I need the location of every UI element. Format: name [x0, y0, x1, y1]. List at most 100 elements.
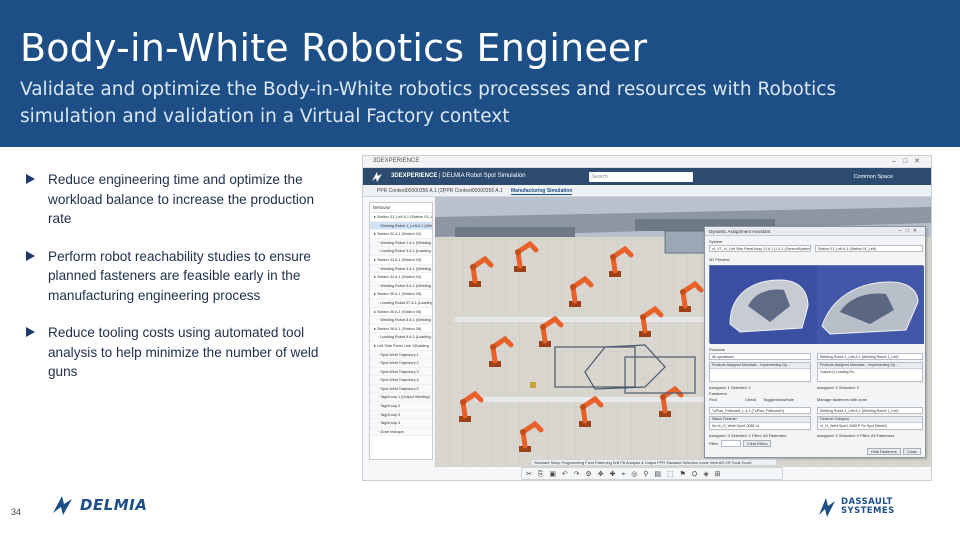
col-status: Status	[712, 417, 722, 421]
3d-viewport[interactable]: Dynamic Assignment Assistant –□✕ System …	[435, 197, 931, 467]
bullet-arrow-icon	[26, 327, 35, 337]
tree-resource-item[interactable]: · Spot Weld Trajectory 1	[370, 350, 432, 360]
space-selector[interactable]: Common Space	[854, 174, 893, 180]
col-products: Products	[712, 363, 726, 367]
page-title: Body-in-White Robotics Engineer	[20, 26, 648, 70]
process-tree: Behavior ▸ Station 01_Left A.1 (Station …	[369, 202, 433, 460]
tree-resource-item[interactable]: · Zone reshape	[370, 427, 432, 437]
filter-input[interactable]	[721, 440, 741, 447]
assignment-dialog: Dynamic Assignment Assistant –□✕ System …	[704, 226, 926, 458]
robot-joint	[660, 394, 666, 400]
tree-resource-item[interactable]: · Loading Robot 9 A.1 (Loading Robot 9)	[370, 333, 432, 342]
app-screenshot: 3DEXPERIENCE –□✕ 3DEXPERIENCE | DELMIA R…	[362, 155, 932, 481]
tree-resource-item[interactable]: · Welding Robot 5 A.1 (Welding Robot 5)	[370, 281, 432, 291]
tree-station-item[interactable]: ▸ Station 04 A.1 (Station 04)	[370, 273, 432, 282]
car-body-preview	[710, 266, 924, 344]
manage-zone-button[interactable]: Manage fasteners with zone	[817, 397, 867, 402]
tree-resource-item[interactable]: · Spot Weld Trajectory 4	[370, 376, 432, 385]
ds-compass-icon	[53, 496, 72, 515]
filter-label: Filter:	[709, 441, 719, 446]
tree-station-item[interactable]: ▸ Left Side Panel Line 1/Building	[370, 342, 432, 351]
dialog-controls[interactable]: –□✕	[899, 228, 921, 234]
products-label: Products	[709, 347, 725, 352]
robot-fastener-field[interactable]: Welding Robot 1_Left A.1 (Welding Robot …	[817, 407, 923, 414]
tree-station-item[interactable]: ▸ Station 08 A.1 (Station 08)	[370, 325, 432, 334]
col-assigned: Assigned Manufact...	[726, 363, 760, 367]
window-controls[interactable]: –□✕	[892, 157, 927, 165]
window-titlebar: 3DEXPERIENCE –□✕	[363, 156, 931, 168]
robot-joint	[470, 264, 476, 270]
tree-resource-item[interactable]: · Welding Robot 8 A.1 (Welding Robot 8)	[370, 316, 432, 325]
table-row[interactable]: Output (r) Loading Ro...	[818, 369, 922, 375]
robot-joint	[570, 284, 576, 290]
clear-filters-button[interactable]: Clear Filters	[743, 440, 772, 447]
tree-resource-item[interactable]: · TagGroup 3	[370, 410, 432, 420]
ds-compass-icon	[819, 498, 835, 517]
col-fastener: Fastener	[722, 417, 737, 421]
tree-resource-item[interactable]: · Spot Weld Trajectory 2	[370, 359, 432, 368]
bullet-arrow-icon	[26, 174, 35, 184]
col-products: Products	[820, 363, 834, 367]
operations-filter[interactable]: All operations	[709, 353, 811, 360]
bullet-text: Reduce tooling costs using automated too…	[48, 325, 319, 379]
tree-resource-item[interactable]: · TagGroup 1 (Output Welding)	[370, 393, 432, 403]
tree-station-item[interactable]: ▸ Station 01_Left A.1 (Station 01_Left)	[370, 213, 432, 222]
toggle-button[interactable]: Toggle/show/hide	[763, 397, 794, 402]
bullet-item: Reduce engineering time and optimize the…	[26, 170, 336, 229]
tree-resource-item[interactable]: · TagGroup 2	[370, 402, 432, 411]
table-row[interactable]: r4_r3_Weld Spot1 0085.P Fix Spot (Weld2)	[818, 423, 922, 429]
3d-preview-panel[interactable]	[709, 265, 924, 344]
tree-resource-item[interactable]: · Loading Robot 07 A.1 (Loading Robot 07…	[370, 298, 432, 308]
tree-station-item[interactable]: ▸ Station 02 A.1 (Station 02)	[370, 230, 432, 239]
col-implementing: Implementing Op...	[868, 363, 898, 367]
tab-ppr-context[interactable]: PPR Context00000356 A.1	[443, 188, 503, 194]
find-button[interactable]: Find	[709, 397, 717, 402]
tree-station-item[interactable]: ▸ Station 03 A.1 (Station 03)	[370, 256, 432, 265]
delmia-logo-text: DELMIA	[80, 496, 148, 514]
tree-resource-item[interactable]: · Spot Weld Trajectory 5	[370, 384, 432, 394]
dassault-logo: DASSAULT SYSTEMES	[817, 496, 895, 518]
tab-ppr-context-2[interactable]: PPR Context00000356 A.1 (2)	[377, 188, 444, 194]
compass-icon[interactable]	[370, 171, 384, 183]
robot-joint	[610, 254, 616, 260]
system-field[interactable]: r4_VT_r4_Left Side Panel Assy 13 A.1 (1 …	[709, 245, 811, 252]
tree-station-item[interactable]: ▸ Station 06 A.1 (Station 06)	[370, 308, 432, 317]
fastener-table-left: Status Fastener No r4_r3_Weld Spot1 0085…	[709, 416, 811, 430]
robot-joint	[520, 429, 526, 435]
bullet-arrow-icon	[26, 250, 35, 261]
col-fastener: Fastener	[820, 417, 834, 421]
table-row[interactable]: No r4_r3_Weld Spot1 0085.14	[710, 423, 810, 429]
robot-joint	[460, 399, 466, 405]
delmia-logo: DELMIA	[50, 494, 147, 516]
tree-rows: ▸ Station 01_Left A.1 (Station 01_Left) ·…	[370, 213, 432, 437]
robot-joint	[540, 324, 546, 330]
app-brand: 3DEXPERIENCE | DELMIA Robot Spot Simulat…	[391, 173, 526, 179]
tree-resource-item[interactable]: · TagGroup 4	[370, 419, 432, 428]
system-label: System	[709, 239, 723, 244]
tree-resource-item[interactable]: · Welding Robot 4 A.1 (Welding Robot 4)	[370, 264, 432, 274]
workbench-tabs[interactable]: Standard Setup Programming Point Fasteni…	[531, 459, 777, 466]
check-button[interactable]: Check	[745, 397, 756, 402]
hide-fasteners-button[interactable]: Hide Fasteners	[867, 448, 901, 455]
station-field[interactable]: Station 01_Left A.1 (Station 01_Left)	[815, 245, 923, 252]
robot-selector[interactable]: Welding Robot 1_Left A.1 (Welding Robot …	[817, 353, 923, 360]
action-toolbar[interactable]: ✂ ⎘ ▣ ↶ ↷ ⚙ ✥ ✚ ⌖ ◎ ⚲ ▤ ⬚ ⚑ ⛭ ◈ ⊞	[521, 467, 783, 480]
col-implementing: Implementing Op...	[760, 363, 790, 367]
fastener-table-right: Fastener Category r4_r3_Weld Spot1 0085.…	[817, 416, 923, 430]
close-button[interactable]: Close	[903, 448, 921, 455]
fastener-group-field[interactable]: TuPlan_FeBucket_L A.1 (TuPlan_FeBucket1)	[709, 407, 811, 414]
tree-station-item[interactable]: ▸ Station 05 A.1 (Station 05)	[370, 290, 432, 299]
tree-resource-item[interactable]: · Welding Robot 2 A.1 (Welding Robot 2)	[370, 238, 432, 248]
tree-resource-item[interactable]: · Spot Weld Trajectory 3	[370, 367, 432, 377]
tree-resource-item[interactable]: · Loading Robot 3 A.1 (Loading Robot 3)	[370, 247, 432, 256]
robot-joint	[680, 289, 686, 295]
dassault-logo-text: DASSAULT SYSTEMES	[841, 498, 895, 516]
fastener-assigned-right: Assigned: 0 Selected: 0 Filter: All Fast…	[817, 433, 895, 438]
robot-joint	[640, 314, 646, 320]
dialog-title: Dynamic Assignment Assistant	[705, 227, 925, 236]
tree-resource-item[interactable]: · Welding Robot 1_Left A.1 (Welding Robo…	[370, 221, 432, 231]
tab-manufacturing-simulation[interactable]: Manufacturing Simulation	[511, 188, 573, 195]
brand-rest: | DELMIA Robot Spot Simulation	[437, 173, 526, 179]
bullet-text: Perform robot reachability studies to en…	[48, 248, 311, 303]
search-input[interactable]: Search	[589, 172, 693, 182]
